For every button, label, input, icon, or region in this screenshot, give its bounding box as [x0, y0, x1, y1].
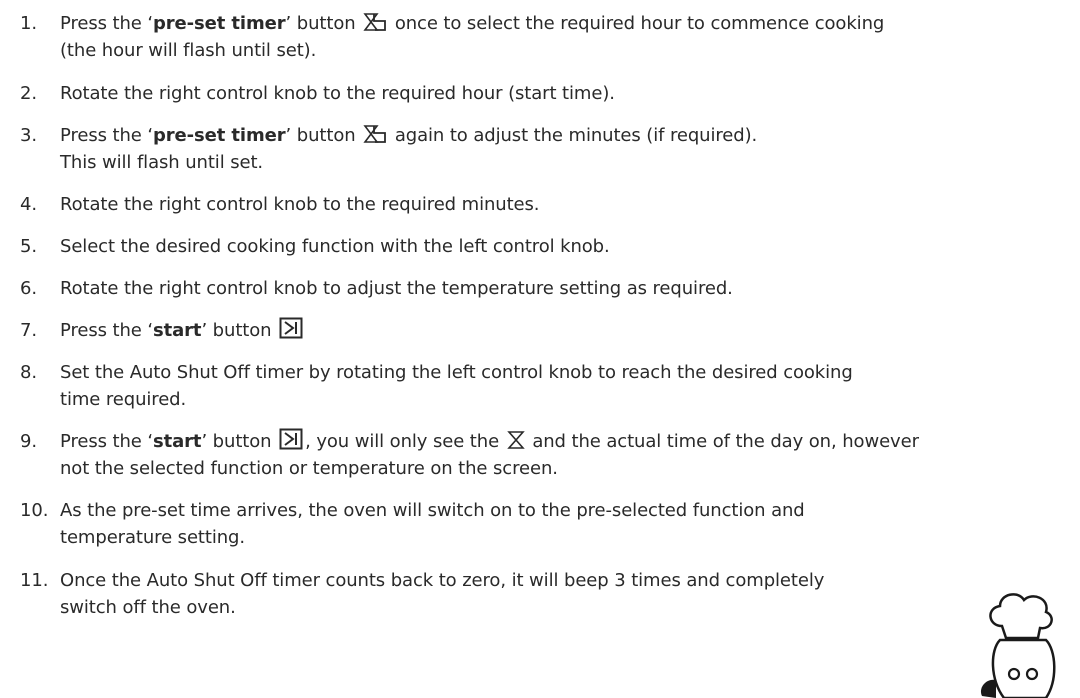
step-text: Select the desired cooking function with…: [60, 236, 610, 257]
step-number: 9.: [20, 431, 37, 452]
step-number: 7.: [20, 320, 37, 341]
step-number: 6.: [20, 278, 37, 299]
chef-mascot-icon: [980, 593, 1056, 698]
step-text: Press the ‘start’ button , you will only…: [60, 428, 919, 482]
list-item: 8. Set the Auto Shut Off timer by rotati…: [20, 359, 853, 413]
step-number: 5.: [20, 236, 37, 257]
list-item: 6. Rotate the right control knob to adju…: [20, 275, 733, 302]
step-number: 11.: [20, 570, 49, 591]
hourglass-icon: [506, 431, 525, 449]
step-keyword: pre-set timer: [152, 125, 286, 146]
step-text: As the pre-set time arrives, the oven wi…: [60, 500, 805, 548]
step-keyword: pre-set timer: [152, 13, 286, 34]
list-item: 7. Press the ‘start’ button: [20, 317, 305, 344]
list-item: 4. Rotate the right control knob to the …: [20, 191, 540, 218]
step-text: Press the ‘pre-set timer’ button once to…: [60, 13, 885, 61]
list-item: 5. Select the desired cooking function w…: [20, 233, 610, 260]
list-item: 2. Rotate the right control knob to the …: [20, 80, 615, 107]
step-text: Press the ‘pre-set timer’ button again t…: [60, 125, 758, 173]
step-number: 1.: [20, 13, 37, 34]
step-text: Rotate the right control knob to adjust …: [60, 278, 733, 299]
list-item: 11. Once the Auto Shut Off timer counts …: [20, 567, 824, 621]
step-number: 8.: [20, 362, 37, 383]
start-icon: [279, 428, 303, 450]
step-number: 10.: [20, 500, 49, 521]
step-number: 3.: [20, 125, 37, 146]
step-text: Rotate the right control knob to the req…: [60, 83, 615, 104]
list-item: 1. Press the ‘pre-set timer’ button once…: [20, 10, 884, 64]
preset-timer-icon: [363, 13, 387, 31]
step-text: Set the Auto Shut Off timer by rotating …: [60, 362, 853, 410]
step-keyword: start: [152, 431, 202, 452]
step-text: Rotate the right control knob to the req…: [60, 194, 540, 215]
list-item: 3. Press the ‘pre-set timer’ button agai…: [20, 122, 757, 176]
preset-timer-icon: [363, 125, 387, 143]
step-text: Press the ‘start’ button: [60, 317, 305, 344]
step-text: Once the Auto Shut Off timer counts back…: [60, 570, 825, 618]
start-icon: [279, 317, 303, 339]
list-item: 10. As the pre-set time arrives, the ove…: [20, 497, 805, 551]
list-item: 9. Press the ‘start’ button , you will o…: [20, 428, 919, 482]
step-keyword: start: [152, 320, 202, 341]
step-number: 2.: [20, 83, 37, 104]
step-number: 4.: [20, 194, 37, 215]
